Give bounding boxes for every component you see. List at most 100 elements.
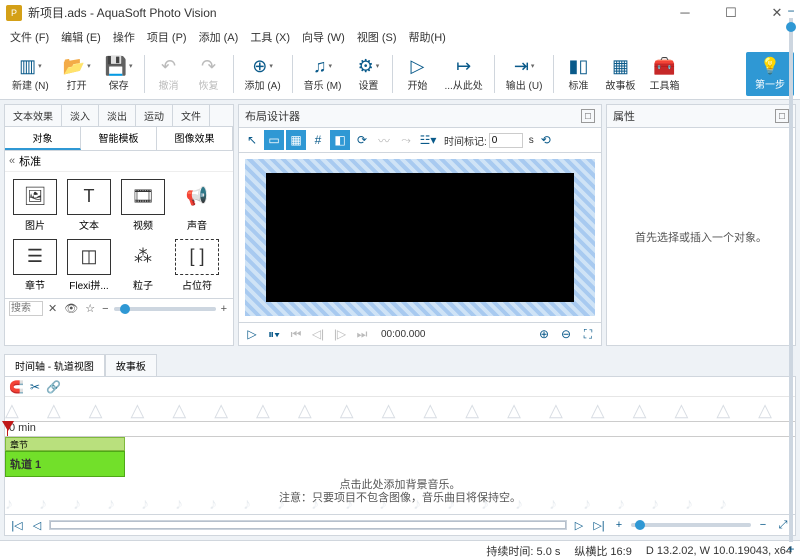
menu-project[interactable]: 项目 (P) bbox=[141, 27, 193, 47]
save-button[interactable]: 💾▾保存 bbox=[99, 51, 139, 97]
star-icon[interactable]: ☆ bbox=[83, 302, 97, 315]
export-button[interactable]: ⇥▾输出 (U) bbox=[500, 51, 549, 97]
time-ruler[interactable]: 0 min bbox=[5, 421, 795, 437]
open-button[interactable]: 📂▾打开 bbox=[57, 51, 97, 97]
standard-label: 标准 bbox=[19, 153, 41, 169]
settings-button[interactable]: ⚙▾设置 bbox=[349, 51, 387, 97]
pause-button[interactable]: ⏸▾ bbox=[265, 325, 283, 343]
menu-nav[interactable]: 向导 (W) bbox=[296, 27, 351, 47]
vzoom-minus[interactable]: − bbox=[787, 4, 794, 18]
panel-box-icon[interactable]: ☐ bbox=[581, 109, 595, 123]
eye-icon[interactable]: 👁 bbox=[62, 302, 80, 315]
clear-search-icon[interactable]: ✕ bbox=[46, 302, 59, 315]
design-canvas[interactable] bbox=[245, 159, 595, 316]
maximize-button[interactable]: ☐ bbox=[708, 0, 754, 26]
object-placeholder[interactable]: [ ]占位符 bbox=[171, 236, 223, 294]
properties-panel: 属性☐ 首先选择或插入一个对象。 bbox=[606, 104, 796, 346]
tab-fadeout[interactable]: 淡出 bbox=[99, 105, 136, 126]
prev-key-button[interactable]: ⏮ bbox=[287, 325, 305, 343]
timemark-reset[interactable]: ⟲ bbox=[536, 130, 556, 150]
status-duration: 持续时间: 5.0 s bbox=[486, 543, 560, 559]
collapse-icon[interactable]: « bbox=[9, 155, 15, 167]
step-back-button[interactable]: ◁| bbox=[309, 325, 327, 343]
zoom-out-icon[interactable]: − bbox=[100, 303, 110, 315]
link-icon[interactable]: 🔗 bbox=[46, 380, 61, 394]
undo-button[interactable]: ↶撤消 bbox=[150, 51, 188, 97]
thumb-size-slider[interactable] bbox=[114, 307, 216, 311]
step-fwd-button[interactable]: |▷ bbox=[331, 325, 349, 343]
menu-file[interactable]: 文件 (F) bbox=[4, 27, 55, 47]
menu-operate[interactable]: 操作 bbox=[107, 27, 141, 47]
storyboard-button[interactable]: ▦故事板 bbox=[599, 51, 641, 97]
hzoom-minus[interactable]: − bbox=[755, 517, 771, 533]
object-text[interactable]: T文本 bbox=[63, 176, 115, 234]
zoom-in-canvas[interactable]: ⊕ bbox=[535, 325, 553, 343]
chapter-clip[interactable]: 章节 bbox=[5, 437, 125, 451]
zoom-in-icon[interactable]: + bbox=[219, 303, 229, 315]
timeline-tab-storyboard[interactable]: 故事板 bbox=[105, 354, 157, 376]
marker-button[interactable]: ▮▯标准 bbox=[559, 51, 597, 97]
tab-motion[interactable]: 运动 bbox=[136, 105, 173, 126]
menu-edit[interactable]: 编辑 (E) bbox=[55, 27, 107, 47]
menu-add[interactable]: 添加 (A) bbox=[193, 27, 245, 47]
redo-button[interactable]: ↷恢复 bbox=[190, 51, 228, 97]
subtab-imageeffects[interactable]: 图像效果 bbox=[157, 127, 233, 150]
fromhere-button[interactable]: ↦...从此处 bbox=[438, 51, 488, 97]
object-chapter[interactable]: ☰章节 bbox=[9, 236, 61, 294]
vzoom-plus[interactable]: + bbox=[787, 542, 794, 556]
scroll-right[interactable]: ▷ bbox=[571, 517, 587, 533]
scroll-start[interactable]: |◁ bbox=[9, 517, 25, 533]
subtab-objects[interactable]: 对象 bbox=[5, 127, 81, 150]
timeline-bg: △△△△△△△△△△△△△△△△△△△△ bbox=[5, 397, 795, 421]
curve-tool[interactable]: ⤳ bbox=[396, 130, 416, 150]
grid-tool[interactable]: # bbox=[308, 130, 328, 150]
subtab-templates[interactable]: 智能模板 bbox=[81, 127, 157, 150]
timeline-panel: 🧲 ✂ 🔗 △△△△△△△△△△△△△△△△△△△△ 0 min 章节 轨道 1… bbox=[4, 376, 796, 536]
fit-canvas[interactable]: ⛶ bbox=[579, 325, 597, 343]
menu-view[interactable]: 视图 (S) bbox=[351, 27, 403, 47]
playhead[interactable] bbox=[7, 422, 8, 436]
play-button[interactable]: ▷ bbox=[243, 325, 261, 343]
tab-texteffect[interactable]: 文本效果 bbox=[5, 105, 62, 126]
music-track[interactable]: ♪♪♪♪♪♪♪♪♪♪♪♪♪♪♪♪♪♪♪♪♪♪ 点击此处添加背景音乐。注意：只要项… bbox=[5, 477, 795, 514]
next-key-button[interactable]: ⏭ bbox=[353, 325, 371, 343]
start-button[interactable]: ▷开始 bbox=[398, 51, 436, 97]
object-particle[interactable]: ⁂粒子 bbox=[117, 236, 169, 294]
toolbox-button[interactable]: 🧰工具箱 bbox=[643, 51, 685, 97]
select-tool[interactable]: ▭ bbox=[264, 130, 284, 150]
rotate-tool[interactable]: ⟳ bbox=[352, 130, 372, 150]
hscrollbar[interactable] bbox=[49, 520, 567, 530]
menu-help[interactable]: 帮助(H) bbox=[403, 27, 452, 47]
hzoom-plus[interactable]: + bbox=[611, 517, 627, 533]
layer-tool[interactable]: ☳▾ bbox=[418, 130, 438, 150]
vzoom-slider[interactable] bbox=[786, 22, 796, 32]
new-button[interactable]: ▥▾新建 (N) bbox=[6, 51, 55, 97]
object-sound[interactable]: 📢声音 bbox=[171, 176, 223, 234]
timemark-input[interactable] bbox=[489, 133, 523, 148]
pointer-tool[interactable]: ↖ bbox=[242, 130, 262, 150]
search-input[interactable] bbox=[9, 301, 43, 316]
tab-fadein[interactable]: 淡入 bbox=[62, 105, 99, 126]
cut-icon[interactable]: ✂ bbox=[30, 380, 40, 394]
add-button[interactable]: ⊕▾添加 (A) bbox=[239, 51, 287, 97]
status-version: D 13.2.02, W 10.0.19043, x64 bbox=[646, 545, 792, 557]
object-flexi[interactable]: ◫Flexi拼... bbox=[63, 236, 115, 294]
scroll-left[interactable]: ◁ bbox=[29, 517, 45, 533]
move-tool[interactable]: ▦ bbox=[286, 130, 306, 150]
magnet-icon[interactable]: 🧲 bbox=[9, 380, 24, 394]
scroll-end[interactable]: ▷| bbox=[591, 517, 607, 533]
snap-tool[interactable]: ◧ bbox=[330, 130, 350, 150]
menu-tools[interactable]: 工具 (X) bbox=[244, 27, 296, 47]
object-video[interactable]: 🎞视频 bbox=[117, 176, 169, 234]
zoom-out-canvas[interactable]: ⊖ bbox=[557, 325, 575, 343]
sound-button[interactable]: ♫▾音乐 (M) bbox=[298, 51, 348, 97]
hzoom-slider[interactable] bbox=[631, 523, 751, 527]
track-1[interactable]: 轨道 1 bbox=[5, 451, 125, 477]
timecode: 00:00.000 bbox=[375, 329, 432, 340]
tab-file[interactable]: 文件 bbox=[173, 105, 210, 126]
designer-title: 布局设计器 bbox=[245, 108, 581, 124]
path-tool[interactable]: 〰 bbox=[374, 130, 394, 150]
object-image[interactable]: 🖼图片 bbox=[9, 176, 61, 234]
minimize-button[interactable]: ─ bbox=[662, 0, 708, 26]
timeline-tab-tracks[interactable]: 时间轴 - 轨道视图 bbox=[4, 354, 105, 376]
